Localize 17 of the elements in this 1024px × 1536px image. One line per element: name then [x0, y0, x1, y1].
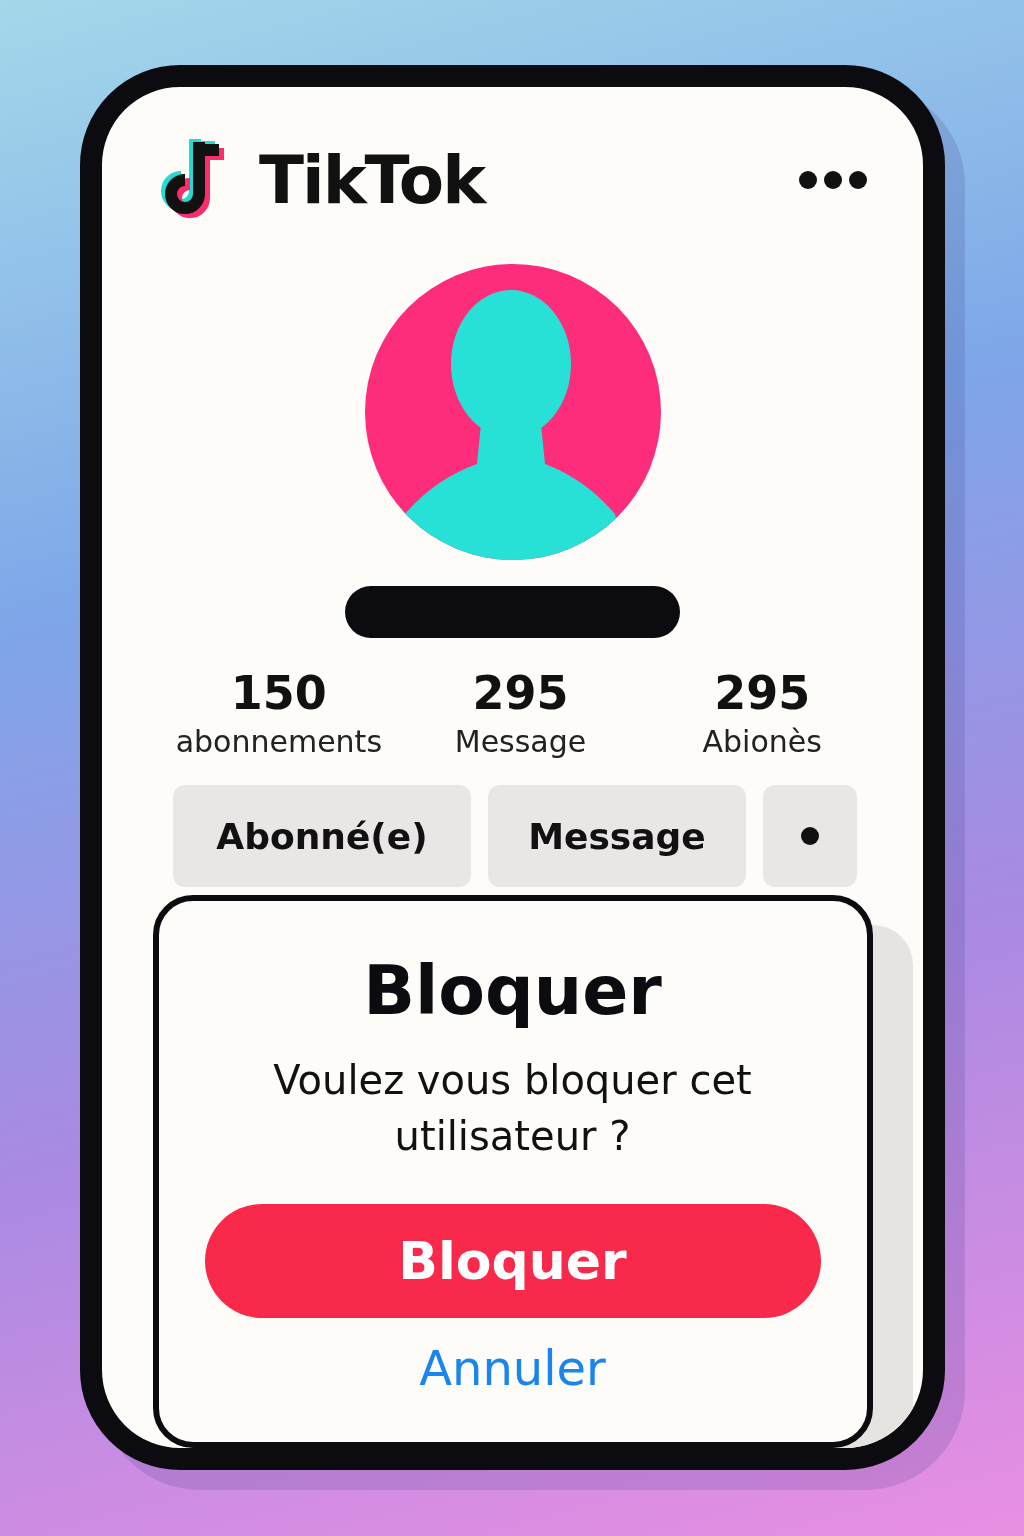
dot-icon: [801, 827, 819, 845]
more-icon[interactable]: [798, 170, 868, 190]
block-button[interactable]: Bloquer: [204, 1204, 821, 1318]
app-name: TikTok: [259, 141, 488, 219]
stat-label: Message: [454, 724, 587, 759]
avatar-icon: [364, 264, 661, 560]
stat-value: 295: [472, 666, 569, 720]
stat-label: Abionès: [702, 724, 822, 759]
stat-value: 150: [230, 666, 327, 720]
stat-value: 295: [714, 666, 811, 720]
action-button[interactable]: Message: [488, 785, 746, 887]
cancel-link[interactable]: Annuler: [419, 1340, 606, 1396]
action-button[interactable]: Abonné(e): [173, 785, 471, 887]
dialog-title: Bloquer: [363, 951, 662, 1030]
stat-label: abonnements: [175, 724, 382, 759]
more-button[interactable]: [763, 785, 857, 887]
dialog-message: Voulez vous bloquer cet utilisateur ?: [272, 1056, 753, 1161]
